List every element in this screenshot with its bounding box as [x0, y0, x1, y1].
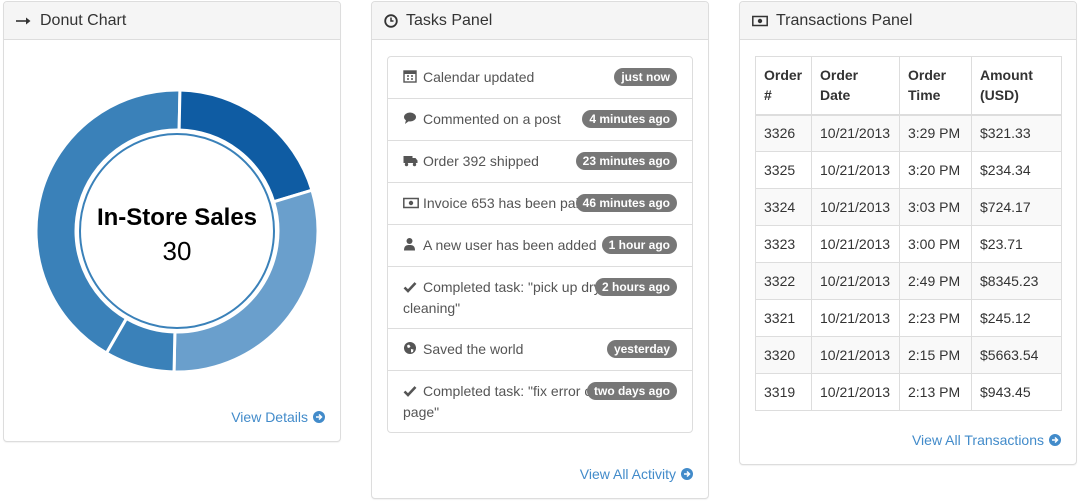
table-cell: 3320	[755, 336, 812, 374]
list-item[interactable]: Order 392 shipped 23 minutes ago	[388, 141, 692, 183]
table-cell: 10/21/2013	[811, 262, 900, 300]
table-cell: $321.33	[971, 114, 1062, 152]
table-cell: 10/21/2013	[811, 373, 900, 411]
time-badge: 46 minutes ago	[575, 194, 677, 212]
list-item[interactable]: Saved the world yesterday	[388, 329, 692, 371]
table-cell: 3326	[755, 114, 812, 152]
tasks-panel: Tasks Panel Calendar updated just now Comm…	[371, 1, 709, 499]
table-header-row: Order # Order Date Order Time Amount (US…	[755, 56, 1062, 116]
check-icon	[403, 382, 419, 402]
panel-heading: Donut Chart	[4, 2, 340, 40]
donut-chart: In-Store Sales 30	[34, 88, 320, 374]
time-badge: 2 hours ago	[594, 278, 677, 296]
table-row: 3326 10/21/2013 3:29 PM $321.33	[755, 114, 1062, 152]
table-cell: 3321	[755, 299, 812, 337]
transactions-panel: Transactions Panel Order # Order Date Or…	[739, 1, 1077, 465]
time-badge: 1 hour ago	[601, 236, 677, 254]
table-cell: 3322	[755, 262, 812, 300]
comment-icon	[403, 110, 419, 130]
table-cell: 3:00 PM	[899, 225, 972, 263]
column-header[interactable]: Order Date	[811, 56, 900, 116]
list-item[interactable]: A new user has been added 1 hour ago	[388, 225, 692, 267]
donut-inner-ring	[79, 133, 275, 329]
money-icon	[752, 15, 768, 27]
task-text: Completed task: "pick up dry cleaning"	[403, 279, 601, 316]
table-cell: 10/21/2013	[811, 188, 900, 226]
panel-title: Tasks Panel	[406, 11, 493, 29]
table-cell: $23.71	[971, 225, 1062, 263]
arrow-circle-right-icon	[1049, 434, 1061, 446]
time-badge: two days ago	[586, 382, 677, 400]
list-item[interactable]: Completed task: "pick up dry cleaning" 2 …	[388, 267, 692, 329]
list-item[interactable]: Invoice 653 has been paid 46 minutes ago	[388, 183, 692, 225]
check-icon	[403, 278, 419, 298]
time-badge: 23 minutes ago	[575, 152, 677, 170]
column-header[interactable]: Order #	[755, 56, 812, 116]
table-cell: $943.45	[971, 373, 1062, 411]
table-cell: 10/21/2013	[811, 151, 900, 189]
table-row: 3324 10/21/2013 3:03 PM $724.17	[755, 188, 1062, 226]
list-item[interactable]: Calendar updated just now	[388, 57, 692, 99]
table-row: 3320 10/21/2013 2:15 PM $5663.54	[755, 336, 1062, 374]
link-label: View Details	[231, 409, 308, 425]
globe-icon	[403, 340, 419, 360]
donut-center-value: 30	[163, 236, 192, 266]
table-cell: 10/21/2013	[811, 336, 900, 374]
table-cell: 2:13 PM	[899, 373, 972, 411]
panel-title: Donut Chart	[40, 11, 127, 29]
table-cell: 3:03 PM	[899, 188, 972, 226]
column-header[interactable]: Order Time	[899, 56, 972, 116]
donut-chart-panel: Donut Chart In-Store Sales 30 View Detai…	[3, 1, 341, 442]
clock-icon	[384, 13, 398, 28]
table-row: 3321 10/21/2013 2:23 PM $245.12	[755, 299, 1062, 337]
table-row: 3322 10/21/2013 2:49 PM $8345.23	[755, 262, 1062, 300]
table-row: 3325 10/21/2013 3:20 PM $234.34	[755, 151, 1062, 189]
table-cell: $8345.23	[971, 262, 1062, 300]
table-cell: 2:23 PM	[899, 299, 972, 337]
table-cell: 3324	[755, 188, 812, 226]
table-row: 3319 10/21/2013 2:13 PM $943.45	[755, 373, 1062, 411]
panel-heading: Tasks Panel	[372, 2, 708, 40]
table-cell: 3:20 PM	[899, 151, 972, 189]
task-list: Calendar updated just now Commented on a p…	[387, 56, 693, 433]
panel-heading: Transactions Panel	[740, 2, 1076, 40]
donut-center-title: In-Store Sales	[97, 204, 257, 231]
long-arrow-right-icon	[16, 16, 32, 26]
list-item[interactable]: Completed task: "fix error on sales page…	[388, 371, 692, 432]
task-text: Saved the world	[423, 341, 524, 357]
time-badge: just now	[614, 68, 677, 86]
table-cell: 2:15 PM	[899, 336, 972, 374]
table-cell: $234.34	[971, 151, 1062, 189]
table-cell: $5663.54	[971, 336, 1062, 374]
link-label: View All Activity	[579, 466, 676, 482]
calendar-icon	[403, 68, 419, 88]
money-icon	[403, 194, 419, 214]
list-item[interactable]: Commented on a post 4 minutes ago	[388, 99, 692, 141]
column-header[interactable]: Amount (USD)	[971, 56, 1062, 116]
view-all-activity-link[interactable]: View All Activity	[580, 466, 693, 482]
time-badge: 4 minutes ago	[582, 110, 677, 128]
arrow-circle-right-icon	[313, 411, 325, 423]
truck-icon	[403, 152, 419, 172]
task-text: Calendar updated	[423, 69, 535, 85]
arrow-circle-right-icon	[681, 468, 693, 480]
table-cell: $245.12	[971, 299, 1062, 337]
table-cell: 3323	[755, 225, 812, 263]
table-row: 3323 10/21/2013 3:00 PM $23.71	[755, 225, 1062, 263]
user-icon	[403, 236, 419, 256]
link-label: View All Transactions	[911, 432, 1044, 448]
transactions-table: Order # Order Date Order Time Amount (US…	[755, 56, 1062, 411]
table-cell: 3:29 PM	[899, 114, 972, 152]
table-cell: 3325	[755, 151, 812, 189]
view-details-link[interactable]: View Details	[231, 409, 325, 425]
panel-title: Transactions Panel	[776, 11, 913, 29]
time-badge: yesterday	[606, 340, 677, 358]
table-cell: 10/21/2013	[811, 225, 900, 263]
table-cell: 3319	[755, 373, 812, 411]
table-cell: 2:49 PM	[899, 262, 972, 300]
view-all-transactions-link[interactable]: View All Transactions	[912, 432, 1061, 448]
table-cell: 10/21/2013	[811, 299, 900, 337]
table-cell: 10/21/2013	[811, 114, 900, 152]
table-cell: $724.17	[971, 188, 1062, 226]
